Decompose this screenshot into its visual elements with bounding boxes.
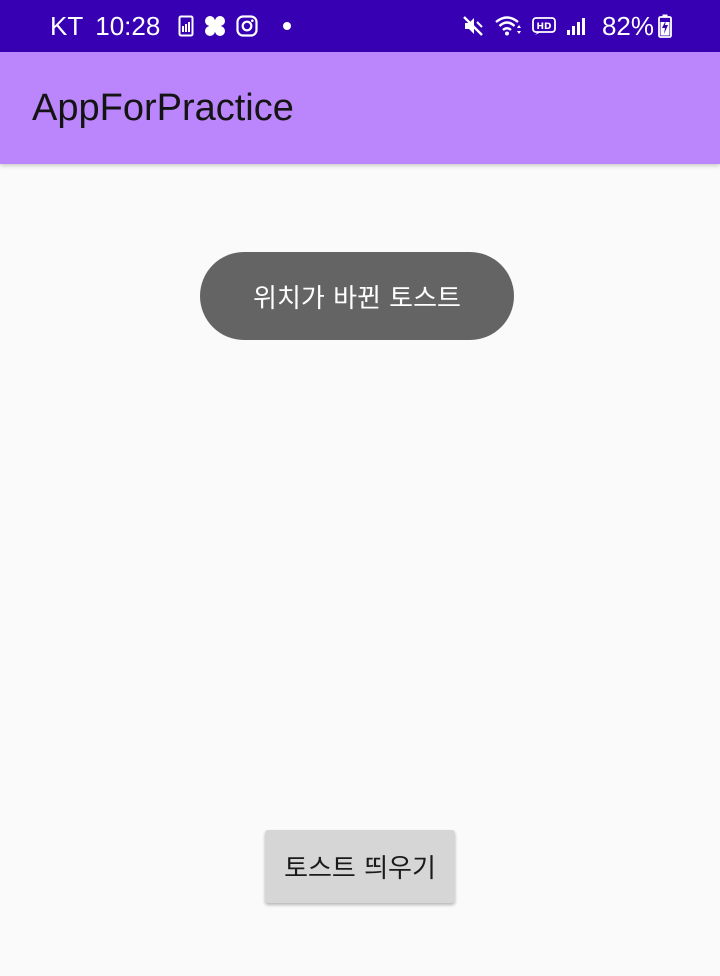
clock: 10:28 [95,10,161,41]
battery-percent: 82% [601,10,654,41]
hd-icon: HD [532,16,556,36]
status-left: KT 10:28 [50,11,302,42]
sim-card-icon [178,15,194,37]
app-title: AppForPractice [32,87,294,129]
mute-icon [462,15,484,37]
show-toast-button[interactable]: 토스트 띄우기 [265,830,455,903]
instagram-icon [236,15,258,37]
battery-charging-icon [658,14,672,38]
wifi-icon [494,15,522,37]
app-notification-icon [204,15,226,37]
app-bar: AppForPractice [0,52,720,164]
dot-icon [282,21,292,31]
svg-text:HD: HD [536,22,551,32]
status-right: HD 82% [462,11,672,42]
toast-message: 위치가 바뀐 토스트 [200,252,514,340]
carrier-label: KT [50,10,84,41]
status-bar: KT 10:28 HD 82% [0,0,720,52]
signal-icon [566,16,586,36]
